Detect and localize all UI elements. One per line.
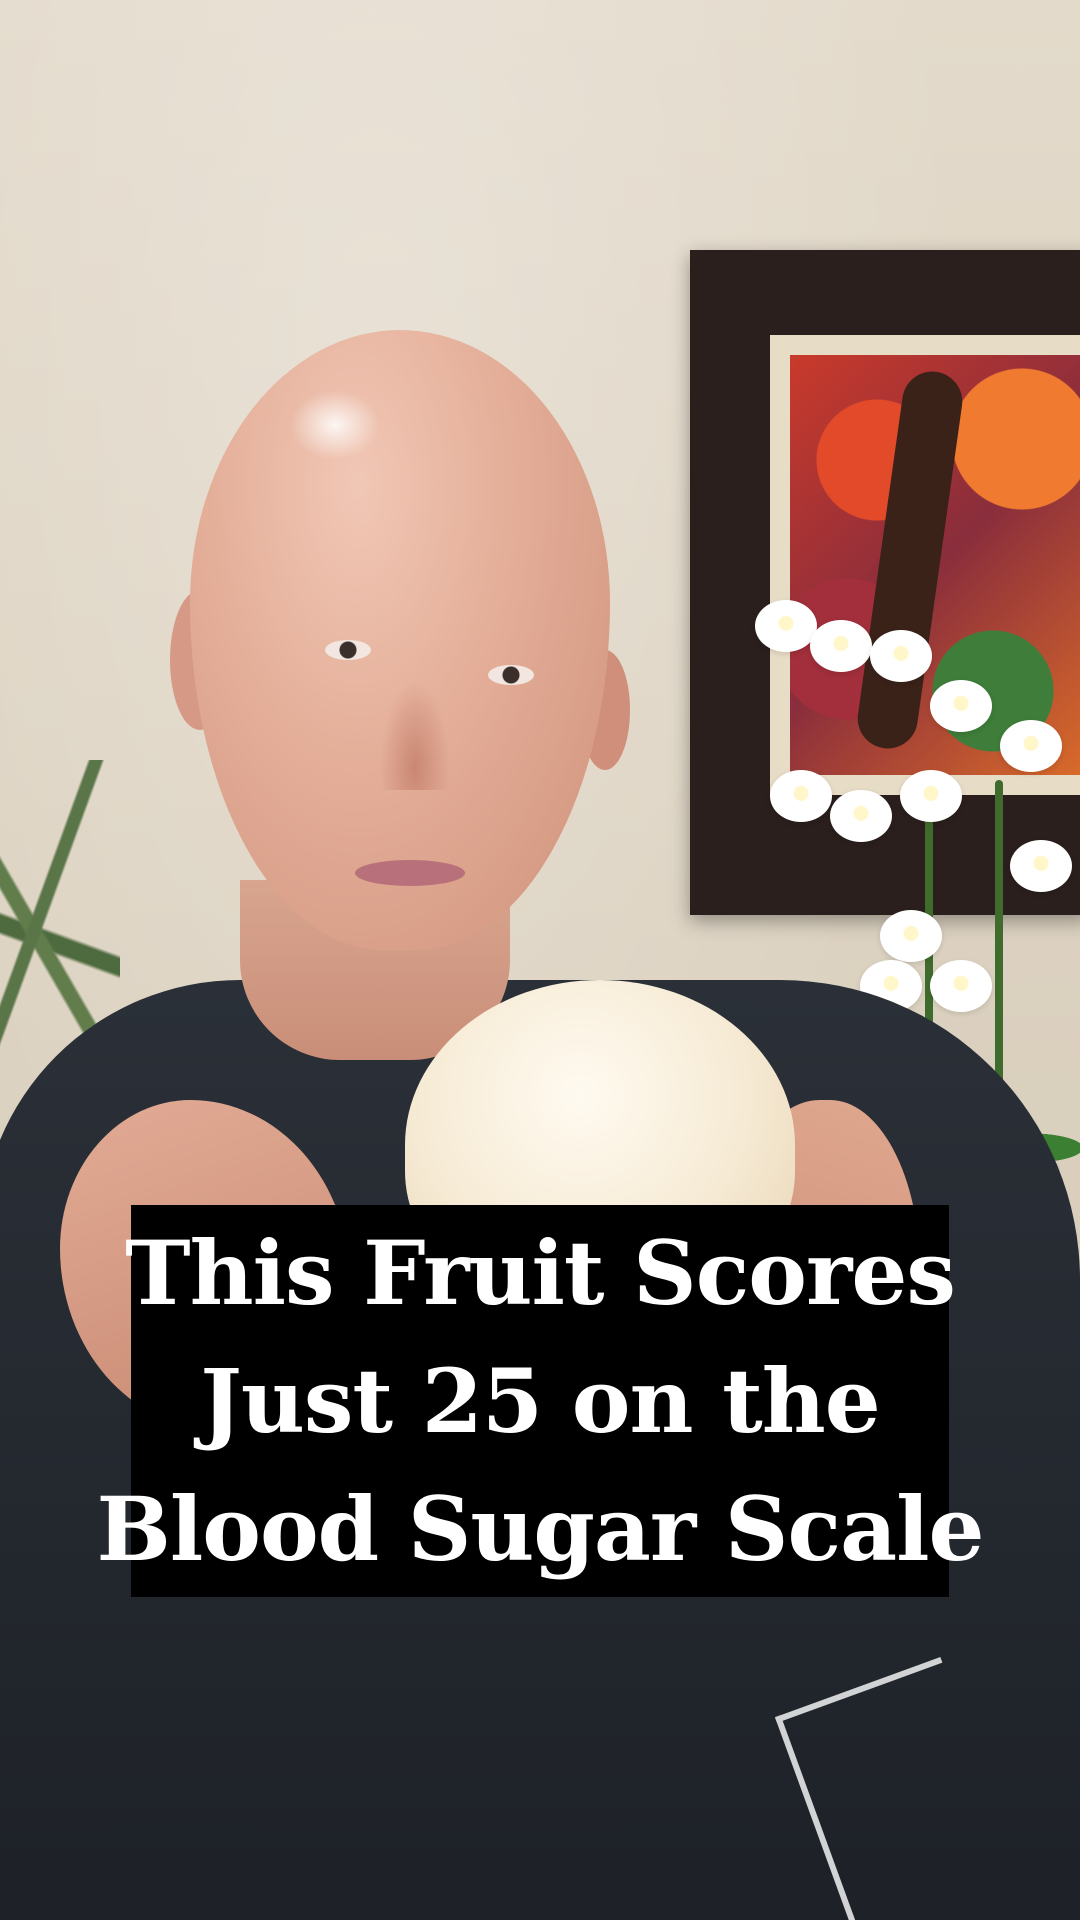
orchid-flower (870, 630, 932, 682)
person-eye (488, 665, 534, 685)
person-eye (325, 640, 371, 660)
orchid-flower (880, 910, 942, 962)
caption-line-1: This Fruit Scores (125, 1221, 956, 1325)
orchid-flower (930, 680, 992, 732)
orchid-flower (1010, 840, 1072, 892)
orchid-flower (770, 770, 832, 822)
caption-box: This Fruit Scores Just 25 on the Blood S… (96, 1205, 985, 1597)
orchid-flower (830, 790, 892, 842)
person-head (190, 330, 610, 950)
person-nose (380, 680, 450, 790)
orchid-flower (930, 960, 992, 1012)
orchid-flower (900, 770, 962, 822)
orchid-flower (1000, 720, 1062, 772)
person-mouth (355, 860, 465, 886)
caption-line-2: Just 25 on the (200, 1349, 880, 1453)
head-highlight (290, 390, 380, 460)
video-frame: This Fruit Scores Just 25 on the Blood S… (0, 0, 1080, 1920)
caption-line-3: Blood Sugar Scale (96, 1477, 984, 1581)
orchid-flower (755, 600, 817, 652)
orchid-flower (810, 620, 872, 672)
